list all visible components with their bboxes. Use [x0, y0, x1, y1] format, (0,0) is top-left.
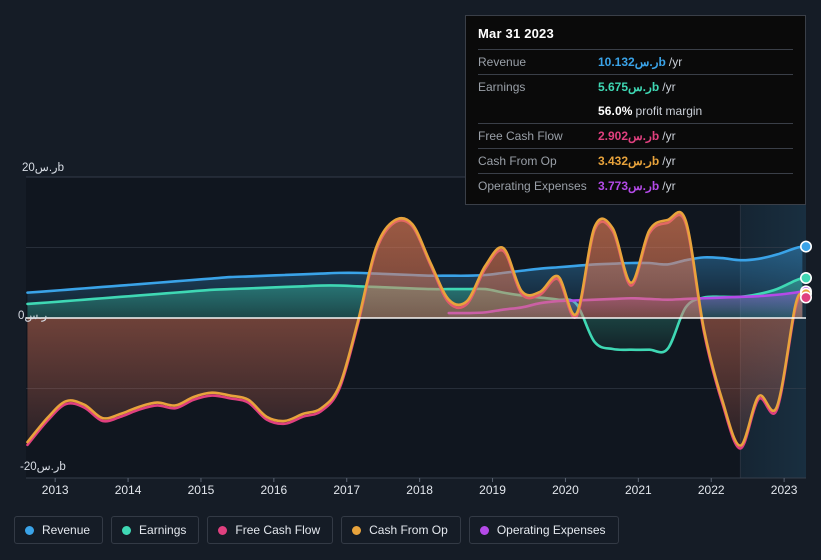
tooltip-row-unit: /yr [662, 154, 676, 168]
tooltip-row-value-wrap: 10.132ر.سb/yr [598, 53, 682, 71]
endpoint-marker-free-cash-flow [799, 291, 812, 304]
x-axis-tick-2018: 2018 [406, 483, 433, 497]
tooltip-row-unit: /yr [668, 55, 683, 69]
legend-item-label: Operating Expenses [496, 523, 606, 537]
tooltip-row-label: Cash From Op [478, 154, 557, 168]
tooltip-rows: Revenue 10.132ر.سb/yr Earnings 5.675ر.سb/yr… [478, 49, 793, 198]
tooltip-date: Mar 31 2023 [478, 26, 554, 41]
x-axis-tick-2023: 2023 [770, 483, 798, 497]
legend-item-free-cash-flow[interactable]: Free Cash Flow [207, 516, 334, 544]
legend-color-dot-icon [218, 525, 228, 535]
tooltip-row: 56.0% profit margin [478, 99, 793, 123]
chart-legend[interactable]: Revenue Earnings Free Cash Flow Cash From O… [14, 516, 619, 544]
x-axis-tick-2013: 2013 [41, 483, 69, 497]
tooltip-row-value-wrap: 56.0% profit margin [598, 102, 702, 120]
tooltip-row-label: Operating Expenses [478, 179, 587, 193]
tooltip-row-value-wrap: 5.675ر.سb/yr [598, 78, 676, 96]
tooltip-row-label: Earnings [478, 80, 526, 94]
y-axis-label-bottom: -20ر.سb [20, 461, 67, 473]
tooltip-row: Earnings 5.675ر.سb/yr [478, 74, 793, 99]
y-axis-label-zero: 0ر.س [18, 310, 48, 322]
tooltip-row-value: 3.773ر.سb [598, 179, 660, 193]
chart-tooltip: Mar 31 2023 Revenue 10.132ر.سb/yr Earnings… [465, 15, 806, 205]
x-axis-tick-2015: 2015 [187, 483, 215, 497]
tooltip-row-value: 2.902ر.سb [598, 129, 660, 143]
endpoint-marker-earnings [799, 271, 812, 284]
x-axis-tick-2020: 2020 [552, 483, 579, 497]
legend-item-label: Revenue [42, 523, 91, 537]
tooltip-row-value: 5.675ر.سb [598, 80, 660, 94]
x-axis-tick-2014: 2014 [114, 483, 142, 497]
tooltip-row-label: Free Cash Flow [478, 129, 563, 143]
endpoint-marker-revenue [799, 240, 812, 253]
tooltip-row-value: 3.432ر.سb [598, 154, 660, 168]
tooltip-row-label: Revenue [478, 55, 527, 69]
legend-item-label: Cash From Op [369, 523, 448, 537]
legend-item-cash-from-op[interactable]: Cash From Op [341, 516, 461, 544]
legend-item-label: Earnings [139, 523, 187, 537]
legend-color-dot-icon [122, 525, 132, 535]
legend-color-dot-icon [25, 525, 34, 535]
x-axis-tick-2016: 2016 [260, 483, 288, 497]
tooltip-row: Operating Expenses 3.773ر.سb/yr [478, 173, 793, 198]
chart-screenshot: 20ر.سb 0ر.س -20ر.سb 2013 2014 2015 2016 2017… [0, 0, 821, 560]
legend-color-dot-icon [479, 525, 489, 535]
tooltip-row-value: 56.0% [598, 104, 633, 118]
tooltip-row-value: 10.132ر.سb [598, 55, 666, 69]
legend-item-earnings[interactable]: Earnings [111, 516, 200, 544]
y-axis-label-top: 20ر.سb [22, 162, 65, 174]
tooltip-row-unit: /yr [662, 179, 676, 193]
legend-color-dot-icon [352, 525, 362, 535]
legend-item-label: Free Cash Flow [235, 523, 321, 537]
tooltip-row: Cash From Op 3.432ر.سb/yr [478, 148, 793, 173]
x-axis-tick-2022: 2022 [697, 483, 725, 497]
legend-item-operating-expenses[interactable]: Operating Expenses [468, 516, 619, 544]
tooltip-row-unit: /yr [662, 80, 676, 94]
tooltip-row: Revenue 10.132ر.سb/yr [478, 49, 793, 74]
tooltip-row: Free Cash Flow 2.902ر.سb/yr [478, 123, 793, 148]
legend-item-revenue[interactable]: Revenue [14, 516, 104, 544]
tooltip-row-unit: /yr [662, 129, 676, 143]
tooltip-row-value-wrap: 3.432ر.سb/yr [598, 152, 676, 170]
tooltip-row-value-wrap: 2.902ر.سb/yr [598, 127, 676, 145]
tooltip-row-unit: profit margin [635, 104, 703, 118]
x-axis-labels: 2013 2014 2015 2016 2017 2018 2019 2020 2021 2022… [0, 483, 821, 503]
x-axis-tick-2021: 2021 [624, 483, 652, 497]
x-axis-tick-2017: 2017 [333, 483, 361, 497]
tooltip-row-value-wrap: 3.773ر.سb/yr [598, 177, 676, 195]
x-axis-tick-2019: 2019 [479, 483, 506, 497]
